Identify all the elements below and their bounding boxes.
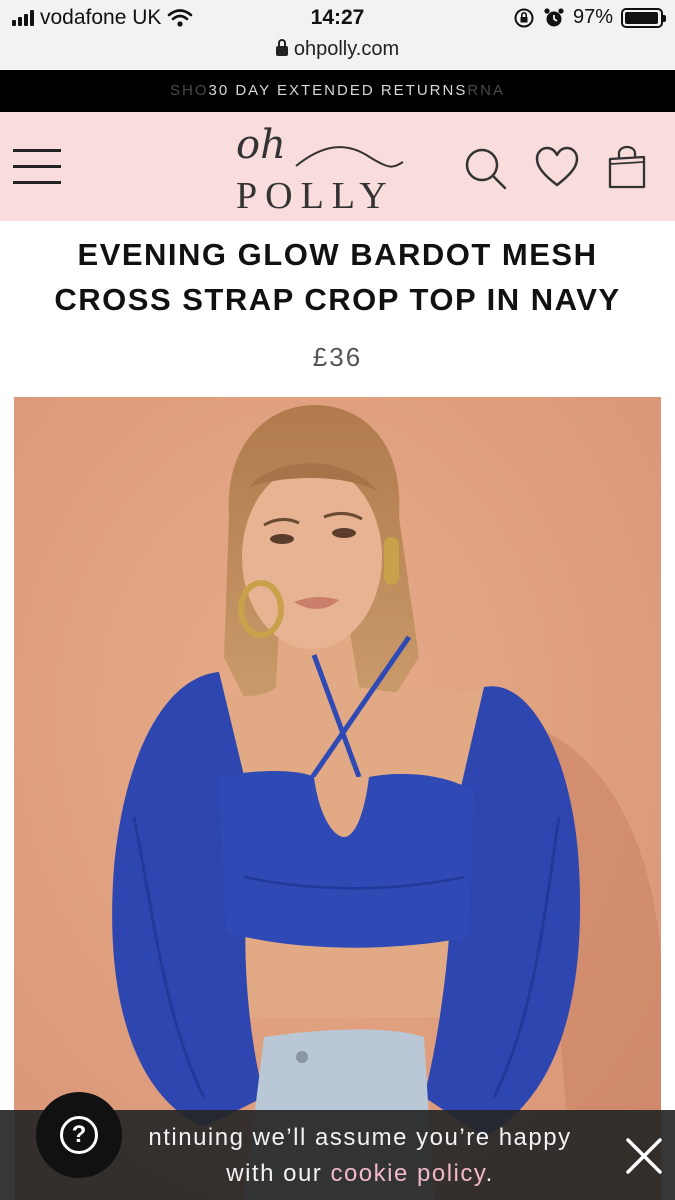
product-title-line1: EVENING GLOW BARDOT MESH xyxy=(77,237,598,272)
status-bar: vodafone UK 14:27 97% xyxy=(0,0,675,36)
status-right: 97% xyxy=(513,6,666,29)
product-image[interactable] xyxy=(14,397,661,1200)
product-title-line2: CROSS STRAP CROP TOP IN NAVY xyxy=(54,282,621,317)
cookie-message: ntinuing we’ll assume you’re happy with … xyxy=(110,1120,610,1192)
product-photo xyxy=(14,397,661,1200)
question-icon: ? xyxy=(60,1116,98,1154)
promo-fragment-left: SHO xyxy=(169,82,209,99)
orientation-lock-icon xyxy=(514,8,534,27)
address-bar[interactable]: ohpolly.com xyxy=(0,36,675,70)
close-icon[interactable] xyxy=(622,1134,666,1178)
heart-icon[interactable] xyxy=(534,145,580,191)
alarm-icon xyxy=(544,7,564,26)
url-text: ohpolly.com xyxy=(293,38,400,60)
logo-swash xyxy=(295,146,404,168)
help-button[interactable]: ? xyxy=(36,1092,122,1178)
cookie-line1: ntinuing we’ll assume you’re happy xyxy=(148,1124,572,1151)
product-price: £36 xyxy=(312,342,363,372)
cookie-policy-link[interactable]: cookie policy xyxy=(330,1160,485,1187)
logo-polly: POLLY xyxy=(236,175,395,217)
shopping-bag-icon[interactable] xyxy=(604,145,650,191)
promo-fragment-right: RNA xyxy=(467,82,505,99)
site-header: oh POLLY xyxy=(0,112,675,221)
product-title: EVENING GLOW BARDOT MESH CROSS STRAP CRO… xyxy=(20,232,655,322)
battery-icon xyxy=(621,7,666,28)
cookie-line2-suffix: . xyxy=(485,1160,494,1187)
promo-text: 30 DAY EXTENDED RETURNS xyxy=(208,82,468,99)
promo-banner[interactable]: SHO30 DAY EXTENDED RETURNSRNA xyxy=(0,70,675,112)
brand-logo[interactable]: oh POLLY xyxy=(228,122,408,217)
battery-percent: 97% xyxy=(572,6,613,28)
menu-icon[interactable] xyxy=(13,147,61,187)
lock-icon xyxy=(275,39,288,56)
cookie-line2-prefix: with our xyxy=(226,1160,331,1187)
search-icon[interactable] xyxy=(462,145,508,191)
battery-fill xyxy=(625,11,658,24)
